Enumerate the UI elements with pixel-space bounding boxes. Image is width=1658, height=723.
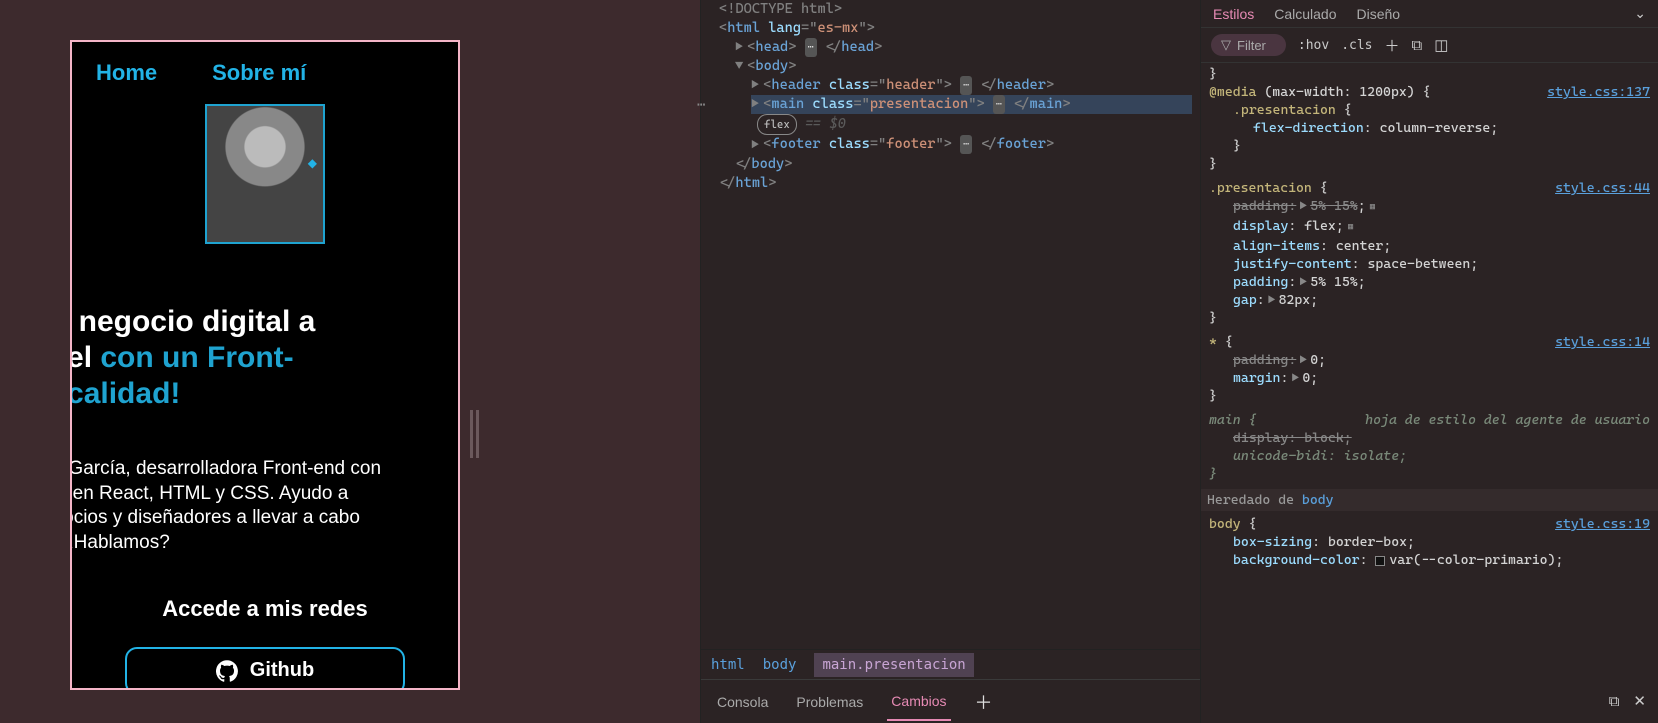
drawer-tabs: Consola Problemas Cambios ＋ <box>701 679 1200 723</box>
tab-estilos[interactable]: Estilos <box>1213 6 1254 22</box>
inherited-from: Heredado de body <box>1201 489 1658 511</box>
nav-about-link[interactable]: Sobre mí <box>212 60 306 86</box>
headline-accent: e calidad! <box>70 377 180 410</box>
flex-badge[interactable]: flex <box>757 114 797 135</box>
nav-home-link[interactable]: Home <box>96 60 157 86</box>
chevron-down-icon[interactable]: ⌄ <box>1634 5 1646 22</box>
computed-toggle-icon[interactable]: ◫ <box>1434 36 1448 54</box>
body-line: egocios y diseñadores a llevar a cabo <box>70 507 360 528</box>
headline-part: tu negocio digital a <box>70 305 315 338</box>
css-rules[interactable]: } @media (max-width: 1200px) {style.css:… <box>1201 63 1658 723</box>
dom-html-close[interactable]: </html> <box>709 174 1192 193</box>
body-line: ión en React, HTML y CSS. Ayudo a <box>70 483 348 504</box>
css-link[interactable]: style.css:137 <box>1547 83 1650 101</box>
dollar-zero: == $0 <box>805 116 846 132</box>
hov-toggle[interactable]: :hov <box>1298 38 1329 53</box>
inherited-link[interactable]: body <box>1302 492 1334 508</box>
github-label: Github <box>250 659 314 682</box>
portrait-image <box>205 104 325 244</box>
body-line: na García, desarrolladora Front-end con <box>70 458 381 479</box>
elements-panel: <!DOCTYPE html> <html lang="es-mx"> ▶<he… <box>700 0 1200 723</box>
tab-diseno[interactable]: Diseño <box>1357 6 1401 22</box>
tab-consola[interactable]: Consola <box>713 684 772 720</box>
tab-cambios[interactable]: Cambios <box>887 683 950 721</box>
site-nav: Home Sobre mí <box>72 42 458 96</box>
viewport-resize-handle[interactable] <box>464 410 484 458</box>
breadcrumb-html[interactable]: html <box>711 657 745 673</box>
dom-head[interactable]: ▶<head> ⋯ </head> <box>709 38 1192 57</box>
styles-tabs: Estilos Calculado Diseño ⌄ <box>1201 0 1658 28</box>
styles-filter-row: ▽ Filter :hov .cls ＋ ⧉ ◫ <box>1201 28 1658 63</box>
dom-breadcrumb: html body main.presentacion <box>701 649 1200 679</box>
close-icon[interactable]: ✕ <box>1633 692 1646 710</box>
add-tab-button[interactable]: ＋ <box>975 689 993 715</box>
styles-filter-input[interactable]: ▽ Filter <box>1211 34 1286 56</box>
dom-html-open[interactable]: <html lang="es-mx"> <box>709 19 1192 38</box>
hero-body: na García, desarrolladora Front-end con … <box>70 457 458 556</box>
breadcrumb-body[interactable]: body <box>763 657 797 673</box>
tab-problemas[interactable]: Problemas <box>792 684 867 720</box>
pin-icon[interactable]: ⧉ <box>1412 37 1423 54</box>
responsive-viewport[interactable]: Home Sobre mí tu negocio digital a ivel … <box>70 40 460 690</box>
preview-panel: Home Sobre mí tu negocio digital a ivel … <box>0 0 700 723</box>
flexbox-editor-icon[interactable]: ▦ <box>1370 202 1376 213</box>
flexbox-editor-icon[interactable]: ▦ <box>1348 222 1354 233</box>
styles-panel: Estilos Calculado Diseño ⌄ ▽ Filter :hov… <box>1200 0 1658 723</box>
css-link[interactable]: style.css:14 <box>1555 333 1650 351</box>
dom-body-open[interactable]: ▼<body> <box>709 57 1192 76</box>
funnel-icon: ▽ <box>1221 37 1231 53</box>
headline-accent: con un Front- <box>100 341 293 374</box>
cta-subhead: Accede a mis redes <box>72 596 458 622</box>
color-swatch[interactable] <box>1375 556 1385 566</box>
filter-placeholder: Filter <box>1237 38 1266 53</box>
breadcrumb-main[interactable]: main.presentacion <box>814 653 973 677</box>
new-rule-button[interactable]: ＋ <box>1385 35 1400 56</box>
github-button[interactable]: Github <box>125 647 405 690</box>
cls-toggle[interactable]: .cls <box>1341 38 1372 53</box>
dom-tree[interactable]: <!DOCTYPE html> <html lang="es-mx"> ▶<he… <box>701 0 1200 193</box>
body-line: s. ¿Hablamos? <box>70 532 170 553</box>
hero-headline: tu negocio digital a ivel con un Front- … <box>70 304 458 412</box>
dock-icon[interactable]: ⧉ <box>1609 693 1620 710</box>
dom-body-close[interactable]: </body> <box>709 155 1192 174</box>
dom-footer[interactable]: ▶<footer class="footer"> ⋯ </footer> <box>709 135 1192 154</box>
dom-doctype[interactable]: <!DOCTYPE html> <box>709 0 1192 19</box>
dom-header[interactable]: ▶<header class="header"> ⋯ </header> <box>709 76 1192 95</box>
css-link[interactable]: style.css:44 <box>1555 179 1650 197</box>
github-icon <box>216 660 238 682</box>
css-link[interactable]: style.css:19 <box>1555 515 1650 533</box>
dom-main-selected[interactable]: ⋯▶<main class="presentacion"> ⋯ </main>f… <box>709 95 1192 135</box>
drawer-right-icons: ⧉ ✕ <box>1597 679 1658 723</box>
headline-part: ivel <box>70 341 100 374</box>
tab-calculado[interactable]: Calculado <box>1274 6 1336 22</box>
dom-hint-dots: ⋯ <box>697 96 703 115</box>
